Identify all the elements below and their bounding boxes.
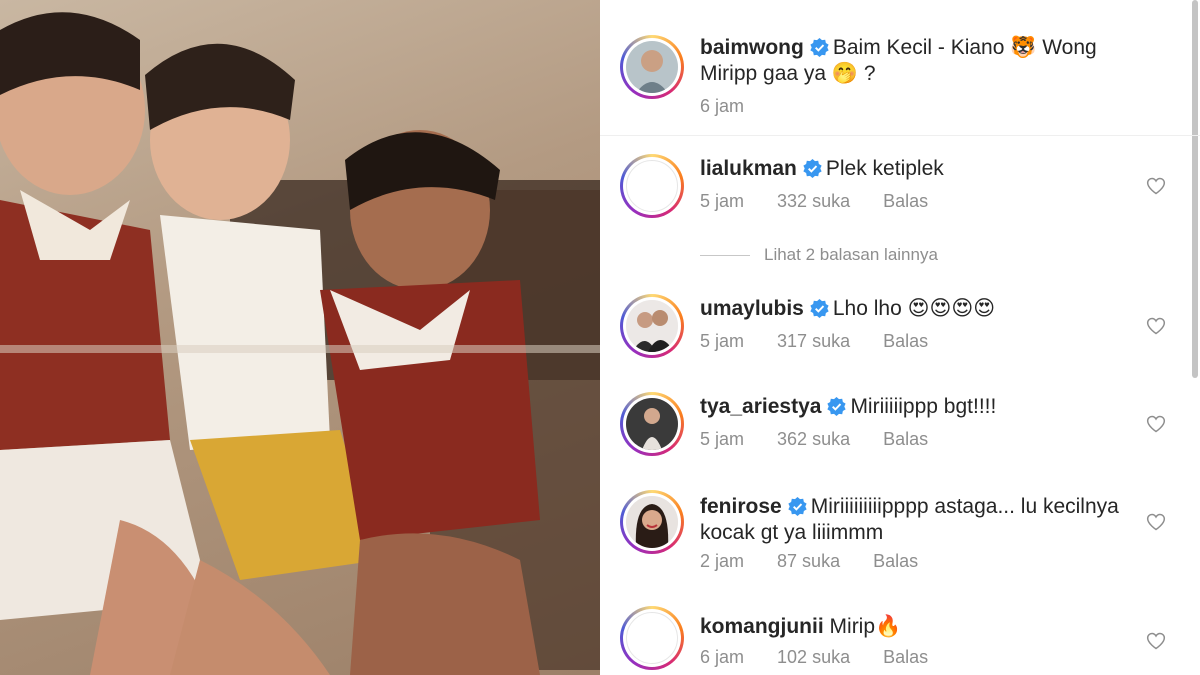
comment-item: lialukman Plek ketiplek 5 jam 332 suka Ba… xyxy=(620,154,1180,224)
woman-photo-icon xyxy=(626,398,678,450)
commenter-avatar[interactable] xyxy=(620,606,684,670)
reply-button[interactable]: Balas xyxy=(873,551,918,572)
comment-item: fenirose Miriiiiiiiiipppp astaga... lu ke… xyxy=(620,490,1180,585)
heart-icon[interactable] xyxy=(1146,512,1166,532)
post-time: 6 jam xyxy=(700,96,745,116)
comment-time: 6 jam xyxy=(700,647,745,667)
comment-text: Mirip🔥 xyxy=(829,615,902,638)
verified-badge-icon xyxy=(827,397,847,416)
comment-text: Plek ketiplek xyxy=(825,157,944,180)
blank-avatar-icon xyxy=(626,160,678,212)
verified-badge-icon xyxy=(810,299,829,318)
heart-icon[interactable] xyxy=(1146,631,1166,651)
comment-time: 5 jam xyxy=(700,331,745,351)
reply-button[interactable]: Balas xyxy=(883,429,928,450)
post-photo xyxy=(0,0,600,675)
comment-time: 5 jam xyxy=(700,191,745,211)
couple-photo-icon xyxy=(626,300,678,352)
verified-badge-icon xyxy=(803,159,822,178)
childhood-photo-illustration xyxy=(0,12,600,675)
reply-button[interactable]: Balas xyxy=(883,647,928,668)
comment-likes[interactable]: 362 suka xyxy=(777,429,850,450)
comment-text: Lho lho 😍😍😍😍 xyxy=(832,297,996,320)
heart-icon[interactable] xyxy=(1146,316,1166,336)
author-username[interactable]: baimwong xyxy=(700,36,804,59)
verified-badge-icon xyxy=(788,497,807,516)
comment-time: 2 jam xyxy=(700,551,745,571)
comment-likes[interactable]: 332 suka xyxy=(777,191,850,212)
comment-username[interactable]: komangjunii xyxy=(700,615,824,638)
comment-username[interactable]: lialukman xyxy=(700,157,797,180)
comment-time: 5 jam xyxy=(700,429,745,449)
divider xyxy=(600,135,1200,136)
blank-avatar-icon xyxy=(626,612,678,664)
comment-item: komangjunii Mirip🔥 6 jam 102 suka Balas xyxy=(620,606,1180,675)
author-avatar[interactable] xyxy=(620,35,684,99)
comment-username[interactable]: fenirose xyxy=(700,495,782,518)
view-more-replies[interactable]: Lihat 2 balasan lainnya xyxy=(700,245,938,265)
heart-icon[interactable] xyxy=(1146,176,1166,196)
scrollbar[interactable] xyxy=(1192,0,1198,378)
commenter-avatar[interactable] xyxy=(620,490,684,554)
reply-button[interactable]: Balas xyxy=(883,191,928,212)
commenter-avatar[interactable] xyxy=(620,154,684,218)
comment-username[interactable]: tya_ariestya xyxy=(700,395,821,418)
comment-likes[interactable]: 102 suka xyxy=(777,647,850,668)
comment-item: tya_ariestya Miriiiiippp bgt!!!! 5 jam 36… xyxy=(620,392,1180,462)
comment-likes[interactable]: 87 suka xyxy=(777,551,840,572)
commenter-avatar[interactable] xyxy=(620,392,684,456)
comment-likes[interactable]: 317 suka xyxy=(777,331,850,352)
verified-badge-icon xyxy=(810,38,829,57)
heart-icon[interactable] xyxy=(1146,414,1166,434)
woman-portrait-icon xyxy=(626,496,678,548)
commenter-avatar[interactable] xyxy=(620,294,684,358)
comment-text: Miriiiiippp bgt!!!! xyxy=(850,395,997,418)
view-more-replies-label: Lihat 2 balasan lainnya xyxy=(764,245,938,264)
comment-username[interactable]: umaylubis xyxy=(700,297,804,320)
post-caption: baimwong Baim Kecil - Kiano 🐯 Wong Miripp… xyxy=(620,35,1180,116)
baby-photo-icon xyxy=(626,41,678,93)
reply-button[interactable]: Balas xyxy=(883,331,928,352)
comments-panel: baimwong Baim Kecil - Kiano 🐯 Wong Miripp… xyxy=(600,0,1200,675)
comment-item: umaylubis Lho lho 😍😍😍😍 5 jam 317 suka Bal… xyxy=(620,294,1180,364)
